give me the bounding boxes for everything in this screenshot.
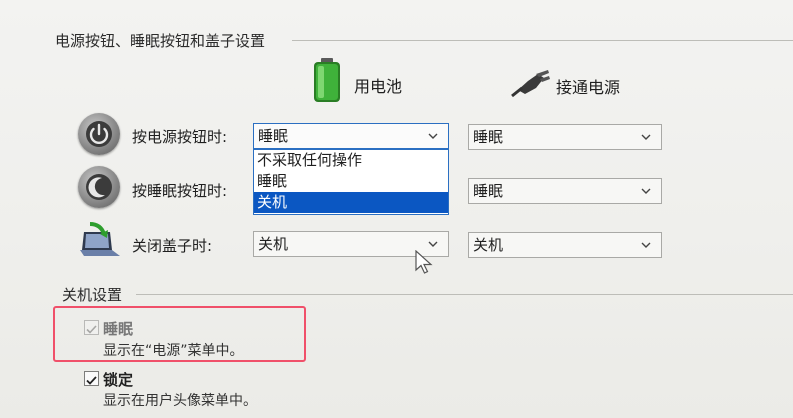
select-value: 睡眠 <box>258 127 289 145</box>
lock-checkbox-description: 显示在用户头像菜单中。 <box>103 393 257 409</box>
column-header-battery: 用电池 <box>354 77 403 96</box>
sleep-checkbox[interactable] <box>84 320 99 335</box>
power-button-icon <box>78 113 120 155</box>
power-button-plugged-select[interactable]: 睡眠 <box>468 124 662 150</box>
power-section-title: 电源按钮、睡眠按钮和盖子设置 <box>55 32 266 50</box>
power-button-battery-select[interactable]: 睡眠 <box>253 123 449 149</box>
dropdown-option-shutdown[interactable]: 关机 <box>254 192 448 213</box>
power-plug-icon <box>510 68 550 98</box>
sleep-button-icon <box>78 166 120 208</box>
row-label-close-lid: 关闭盖子时: <box>132 237 213 255</box>
power-section-divider <box>292 40 793 41</box>
close-lid-plugged-select[interactable]: 关机 <box>468 232 662 258</box>
shutdown-section-divider <box>136 294 793 295</box>
chevron-down-icon <box>641 242 651 248</box>
lock-checkbox-label: 锁定 <box>103 371 134 389</box>
lock-checkbox[interactable] <box>84 371 99 386</box>
laptop-lid-icon <box>76 222 122 258</box>
select-value: 关机 <box>473 236 504 254</box>
select-value: 睡眠 <box>473 128 504 146</box>
mouse-cursor-icon <box>414 249 434 276</box>
sleep-checkbox-description: 显示在“电源”菜单中。 <box>103 343 244 359</box>
battery-icon <box>312 58 342 104</box>
chevron-down-icon <box>428 241 438 247</box>
chevron-down-icon <box>428 133 438 139</box>
chevron-down-icon <box>641 134 651 140</box>
sleep-checkbox-label: 睡眠 <box>103 320 134 338</box>
row-label-power-button: 按电源按钮时: <box>132 128 228 146</box>
chevron-down-icon <box>641 188 651 194</box>
dropdown-option-sleep[interactable]: 睡眠 <box>254 171 448 192</box>
sleep-button-plugged-select[interactable]: 睡眠 <box>468 178 662 204</box>
dropdown-option-do-nothing[interactable]: 不采取任何操作 <box>254 150 448 171</box>
checkmark-icon <box>86 325 97 334</box>
power-button-battery-dropdown: 不采取任何操作 睡眠 关机 <box>253 149 449 215</box>
column-header-plugged-in: 接通电源 <box>556 78 621 97</box>
select-value: 睡眠 <box>473 182 504 200</box>
select-value: 关机 <box>258 235 289 253</box>
checkmark-icon <box>86 376 97 385</box>
row-label-sleep-button: 按睡眠按钮时: <box>132 182 228 200</box>
shutdown-section-title: 关机设置 <box>62 286 123 304</box>
